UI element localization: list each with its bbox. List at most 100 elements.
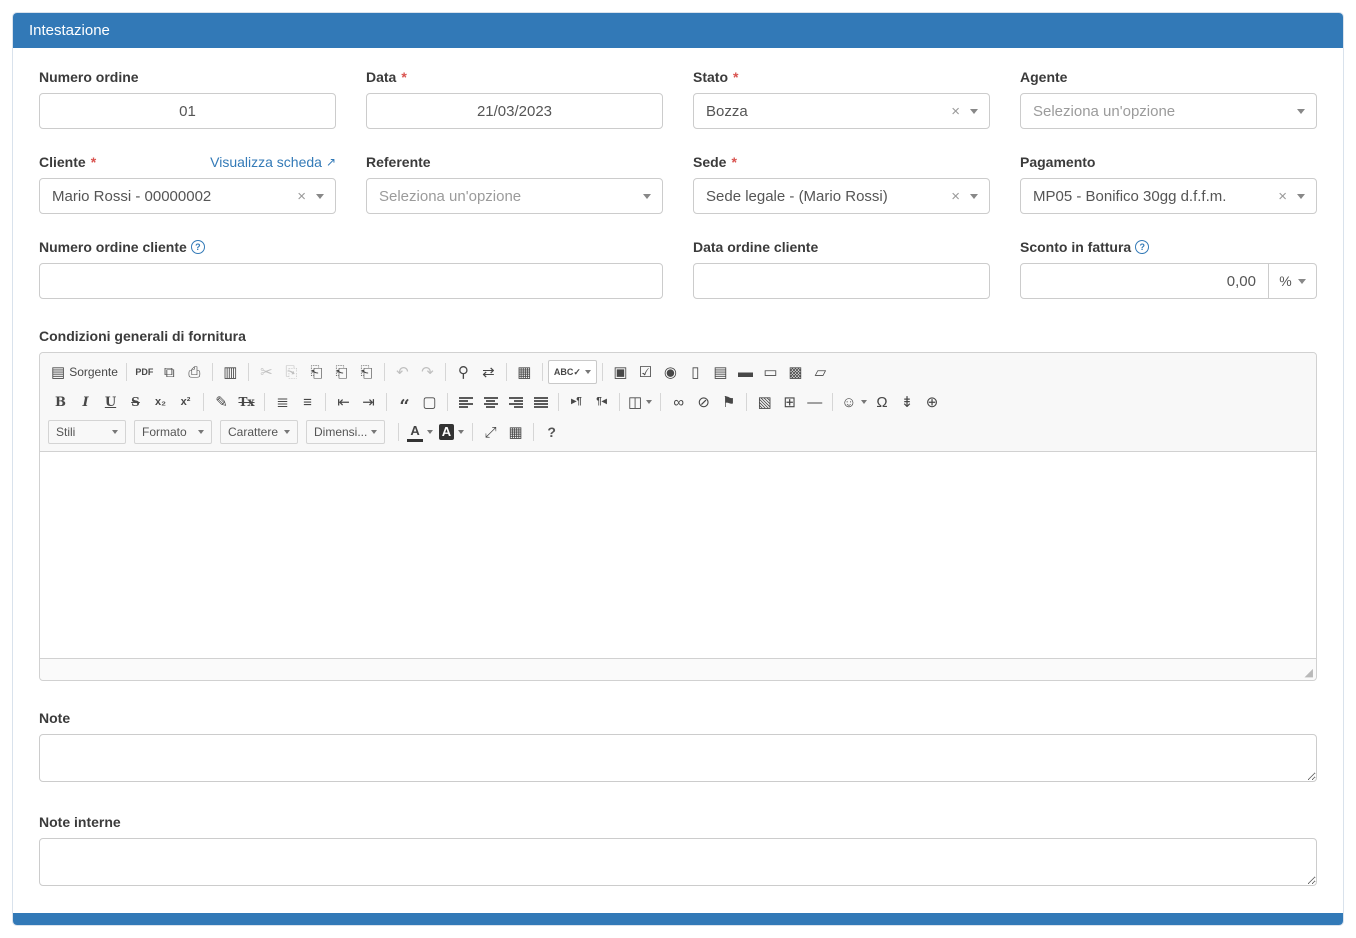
create-div-button[interactable]: ▢	[417, 390, 442, 414]
horizontal-line-button[interactable]: ―	[802, 390, 827, 414]
source-button[interactable]: ▤Sorgente	[48, 360, 121, 384]
create-div-icon: ▢	[422, 395, 436, 410]
numero-ordine-cliente-input[interactable]	[39, 263, 663, 299]
panel-footer-bar	[13, 913, 1343, 925]
increase-indent-button[interactable]: ⇥	[356, 390, 381, 414]
iframe-button[interactable]: ⊕	[920, 390, 945, 414]
table-button[interactable]: ⊞	[777, 390, 802, 414]
paste-from-word-button[interactable]: ⎗	[354, 360, 379, 384]
preview-button[interactable]: ⧉	[157, 360, 182, 384]
text-direction-ltr-button[interactable]: ▸¶	[564, 390, 589, 414]
help-icon[interactable]: ?	[1135, 240, 1149, 254]
templates-button[interactable]: ▥	[218, 360, 243, 384]
numero-ordine-input[interactable]	[39, 93, 336, 129]
sede-select[interactable]: Sede legale - (Mario Rossi) ×	[693, 178, 990, 214]
blockquote-button[interactable]: “	[392, 390, 417, 414]
special-character-button[interactable]: Ω	[870, 390, 895, 414]
help-icon[interactable]: ?	[191, 240, 205, 254]
size-combo-button[interactable]: Dimensi...	[306, 420, 385, 444]
superscript-icon: x²	[181, 397, 191, 408]
styles-combo-button[interactable]: Stili	[48, 420, 126, 444]
italic-button[interactable]: I	[73, 390, 98, 414]
print-button[interactable]: ⎙	[182, 360, 207, 384]
chevron-down-icon	[284, 430, 290, 434]
spellcheck-icon: ABC✓	[554, 368, 581, 377]
stato-clear-icon[interactable]: ×	[951, 104, 960, 119]
pagamento-clear-icon[interactable]: ×	[1278, 189, 1287, 204]
find-button[interactable]: ⚲	[451, 360, 476, 384]
data-input[interactable]	[366, 93, 663, 129]
sede-clear-icon[interactable]: ×	[951, 189, 960, 204]
sconto-input[interactable]	[1020, 263, 1269, 299]
chevron-down-icon	[970, 194, 978, 199]
agente-select[interactable]: Seleziona un'opzione	[1020, 93, 1317, 129]
show-blocks-button[interactable]: ▦	[503, 420, 528, 444]
hidden-field-button[interactable]: ▱	[808, 360, 833, 384]
data-ordine-cliente-input[interactable]	[693, 263, 990, 299]
paste-as-text-button[interactable]: ⎗	[329, 360, 354, 384]
stato-select[interactable]: Bozza ×	[693, 93, 990, 129]
about-button[interactable]: ?	[539, 420, 564, 444]
anchor-button[interactable]: ⚑	[716, 390, 741, 414]
decrease-indent-button[interactable]: ⇤	[331, 390, 356, 414]
button-field-button[interactable]: ▭	[758, 360, 783, 384]
textarea-field-button[interactable]: ▤	[708, 360, 733, 384]
visualizza-scheda-link[interactable]: Visualizza scheda↗	[210, 154, 336, 170]
text-field-button[interactable]: ▯	[683, 360, 708, 384]
align-center-button[interactable]	[478, 390, 503, 414]
page-break-button[interactable]: ⇟	[895, 390, 920, 414]
export-pdf-button[interactable]: PDF	[132, 360, 157, 384]
radio-button-button[interactable]: ◉	[658, 360, 683, 384]
subscript-button[interactable]: x₂	[148, 390, 173, 414]
superscript-button[interactable]: x²	[173, 390, 198, 414]
bold-button[interactable]: B	[48, 390, 73, 414]
maximize-button[interactable]: ⤢	[478, 420, 503, 444]
form-button[interactable]: ▣	[608, 360, 633, 384]
cut-icon: ✂	[260, 365, 273, 380]
button-field-icon: ▭	[763, 365, 777, 380]
unlink-button[interactable]: ⊘	[691, 390, 716, 414]
smiley-button[interactable]: ☺	[838, 390, 869, 414]
remove-format-button[interactable]: Tx	[234, 390, 259, 414]
label-text: Data ordine cliente	[693, 239, 818, 255]
replace-button[interactable]: ⇄	[476, 360, 501, 384]
background-color-button[interactable]: A	[436, 420, 467, 444]
sconto-unit-select[interactable]: %	[1269, 263, 1317, 299]
agente-placeholder: Seleziona un'opzione	[1033, 103, 1287, 120]
align-left-button[interactable]	[453, 390, 478, 414]
strikethrough-button[interactable]: S	[123, 390, 148, 414]
note-textarea[interactable]	[39, 734, 1317, 782]
referente-select[interactable]: Seleziona un'opzione	[366, 178, 663, 214]
cliente-select[interactable]: Mario Rossi - 00000002 ×	[39, 178, 336, 214]
image-button[interactable]: ▧	[752, 390, 777, 414]
copy-formatting-button[interactable]: ✎	[209, 390, 234, 414]
link-button[interactable]: ∞	[666, 390, 691, 414]
note-interne-textarea[interactable]	[39, 838, 1317, 886]
language-button[interactable]: ◫	[625, 390, 655, 414]
align-justify-button[interactable]	[528, 390, 553, 414]
resize-handle-icon[interactable]: ◢	[1305, 668, 1313, 679]
label-text: Stato	[693, 69, 728, 85]
numbered-list-button[interactable]: ≣	[270, 390, 295, 414]
paste-button[interactable]: ⎗	[304, 360, 329, 384]
text-direction-rtl-button[interactable]: ¶◂	[589, 390, 614, 414]
checkbox-button[interactable]: ☑	[633, 360, 658, 384]
text-color-button[interactable]: A	[404, 420, 435, 444]
select-field-button[interactable]: ▬	[733, 360, 758, 384]
bulleted-list-button[interactable]: ≡	[295, 390, 320, 414]
stato-label: Stato *	[693, 69, 738, 85]
undo-button: ↶	[390, 360, 415, 384]
required-asterisk: *	[733, 69, 738, 85]
image-button-button[interactable]: ▩	[783, 360, 808, 384]
increase-indent-icon: ⇥	[362, 395, 375, 410]
cliente-clear-icon[interactable]: ×	[297, 189, 306, 204]
select-all-button[interactable]: ▦	[512, 360, 537, 384]
editor-content[interactable]	[40, 452, 1316, 658]
underline-button[interactable]: U	[98, 390, 123, 414]
pagamento-select[interactable]: MP05 - Bonifico 30gg d.f.f.m. ×	[1020, 178, 1317, 214]
panel-body: Numero ordine Data* Stato* Bozza × Agent…	[13, 48, 1343, 899]
align-right-button[interactable]	[503, 390, 528, 414]
font-combo-button[interactable]: Carattere	[220, 420, 298, 444]
spellcheck-button[interactable]: ABC✓	[548, 360, 597, 384]
format-combo-button[interactable]: Formato	[134, 420, 212, 444]
